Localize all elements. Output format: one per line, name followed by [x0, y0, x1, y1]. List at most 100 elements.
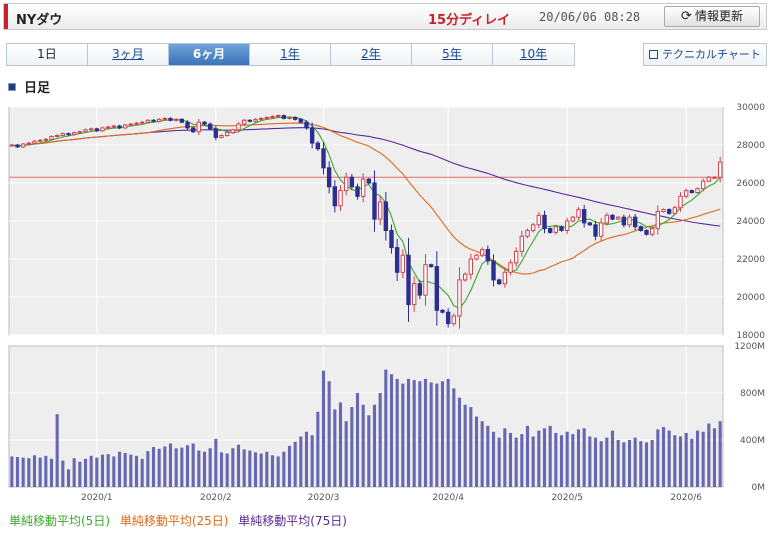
- candle-body: [321, 148, 326, 169]
- candle-body: [190, 127, 196, 133]
- delay-notice: 15分ディレイ: [428, 13, 511, 28]
- candle-body: [264, 116, 270, 119]
- tab-1day[interactable]: 1日: [7, 44, 88, 65]
- candle-body: [655, 211, 661, 230]
- volume-bar: [106, 454, 110, 487]
- volume-bar: [673, 435, 677, 487]
- volume-tick-label: 1200M: [734, 342, 765, 352]
- technical-chart-button[interactable]: テクニカルチャート: [643, 43, 767, 66]
- candle-body: [83, 129, 88, 133]
- volume-bar: [276, 456, 280, 487]
- candle-body: [230, 129, 236, 134]
- candle-body: [128, 123, 134, 126]
- candle-body: [270, 116, 275, 118]
- volume-bar: [66, 469, 71, 487]
- candle-body: [576, 209, 581, 218]
- candle-body: [43, 138, 49, 141]
- candle-body: [326, 167, 332, 188]
- candle-body: [343, 176, 349, 192]
- price-tick-label: 20000: [736, 293, 765, 303]
- candle-body: [417, 283, 423, 296]
- candle-body: [434, 266, 440, 311]
- candle-body: [37, 139, 43, 142]
- volume-bar: [89, 455, 93, 487]
- volume-bar: [593, 437, 598, 487]
- candle-body: [213, 128, 219, 138]
- volume-bar: [83, 458, 88, 487]
- candle-body: [315, 142, 321, 150]
- candle-body: [689, 190, 695, 193]
- candle-body: [105, 126, 111, 129]
- volume-bar: [321, 370, 326, 487]
- volume-bar: [440, 381, 445, 487]
- timestamp: 20/06/06 08:28: [539, 10, 641, 24]
- volume-bar: [112, 456, 116, 487]
- volume-bar: [520, 434, 524, 487]
- volume-bar: [486, 425, 490, 487]
- candle-body: [309, 127, 315, 144]
- candle-body: [513, 250, 519, 264]
- candle-body: [451, 315, 457, 325]
- volume-tick-label: 400M: [740, 436, 765, 446]
- tab-5years[interactable]: 5年: [412, 44, 493, 65]
- volume-bar: [78, 461, 82, 487]
- volume-bar: [690, 438, 694, 487]
- candle-body: [632, 216, 638, 228]
- volume-bar: [344, 421, 348, 487]
- legend-ma25: 単純移動平均(25日): [119, 514, 229, 528]
- candle-body: [162, 117, 168, 120]
- candle-body: [672, 207, 678, 214]
- volume-bar: [27, 458, 31, 487]
- volume-bar: [406, 378, 411, 487]
- volume-bar: [610, 430, 615, 487]
- volume-bar: [554, 432, 558, 487]
- tab-2years[interactable]: 2年: [331, 44, 412, 65]
- period-tabs: 1日 3ヶ月 6ヶ月 1年 2年 5年 10年: [6, 43, 575, 66]
- candle-body: [542, 214, 547, 230]
- candle-body: [32, 140, 37, 144]
- refresh-label: 情報更新: [694, 9, 743, 23]
- volume-bar: [248, 450, 252, 487]
- candle-body: [593, 224, 598, 237]
- candle-body: [474, 254, 479, 260]
- candle-body: [219, 135, 224, 138]
- candle-body: [615, 216, 621, 220]
- tab-10years[interactable]: 10年: [493, 44, 574, 65]
- volume-bar: [15, 457, 20, 487]
- volume-bar: [49, 458, 54, 487]
- tab-1year[interactable]: 1年: [250, 44, 331, 65]
- volume-bar: [287, 445, 292, 487]
- volume-bar: [480, 421, 484, 487]
- candle-body: [485, 249, 491, 262]
- candle-body: [355, 186, 360, 197]
- volume-bar: [38, 457, 42, 487]
- chart-legend: 単純移動平均(5日) 単純移動平均(25日) 単純移動平均(75日): [9, 512, 353, 529]
- volume-bar: [134, 455, 139, 487]
- volume-bar: [265, 451, 269, 487]
- refresh-button[interactable]: ⟳ 情報更新: [664, 6, 760, 27]
- candle-body: [168, 117, 173, 121]
- tab-3months[interactable]: 3ヶ月: [88, 44, 169, 65]
- candle-body: [700, 180, 706, 190]
- tab-6months[interactable]: 6ヶ月: [169, 44, 250, 65]
- candle-body: [173, 118, 179, 121]
- price-volume-chart: 30000 28000 26000 24000 22000 20000 180001200M…: [8, 103, 766, 503]
- volume-bar: [327, 381, 331, 487]
- volume-bar: [548, 425, 552, 487]
- volume-bar: [622, 442, 626, 487]
- price-tick-label: 26000: [736, 179, 765, 189]
- candle-body: [100, 127, 105, 132]
- volume-bar: [650, 440, 654, 487]
- volume-bar: [100, 454, 105, 487]
- volume-bar: [559, 435, 564, 487]
- volume-bar: [95, 457, 99, 487]
- candle-body: [304, 121, 309, 129]
- volume-bar: [678, 436, 683, 487]
- volume-bar: [259, 453, 263, 487]
- volume-bar: [293, 441, 297, 487]
- volume-tick-label: 800M: [740, 389, 765, 399]
- volume-tick-label: 0M: [752, 483, 766, 493]
- candle-body: [49, 135, 54, 140]
- technical-chart-label: テクニカルチャート: [662, 48, 761, 61]
- candle-body: [9, 144, 15, 147]
